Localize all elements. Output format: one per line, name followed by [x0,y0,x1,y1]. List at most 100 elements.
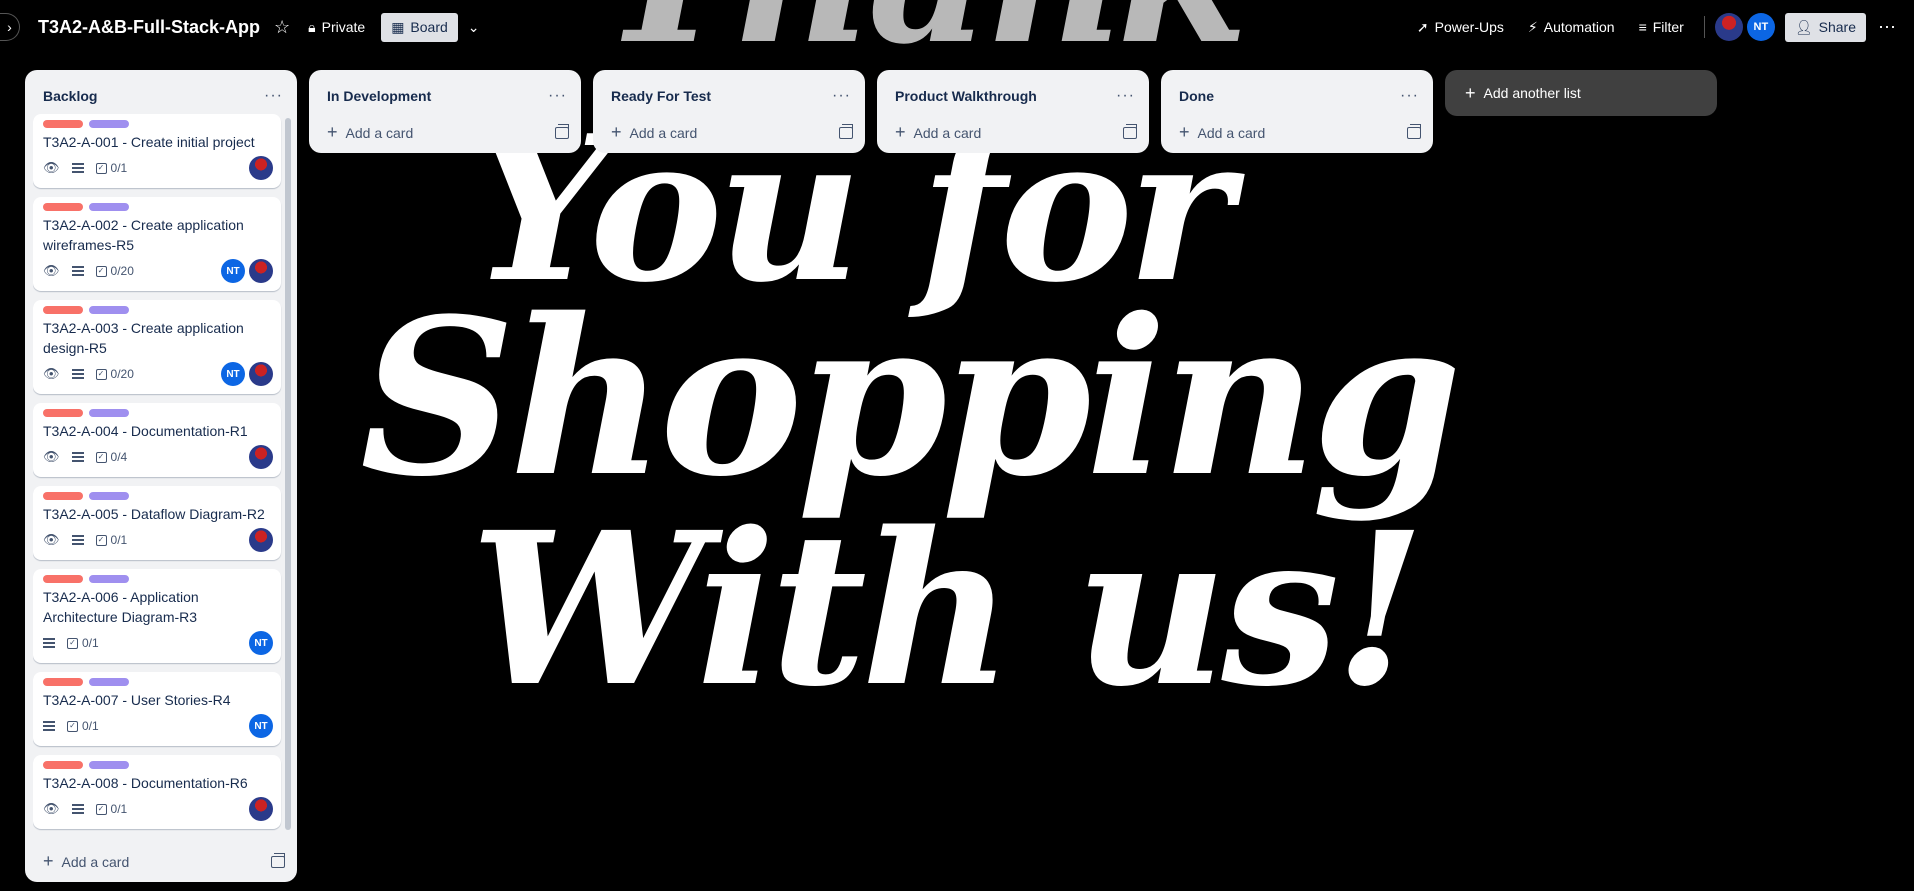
card[interactable]: T3A2-A-005 - Dataflow Diagram-R2 👁︎ ✓ 0/1 [33,486,281,560]
star-icon[interactable]: ☆ [274,17,290,38]
add-card-button[interactable]: + Add a card [1179,122,1265,143]
automation-button[interactable]: ⚡︎ Automation [1518,13,1625,42]
label-purple[interactable] [89,306,129,314]
add-another-list-button[interactable]: + Add another list [1445,70,1717,116]
list-title[interactable]: Backlog [43,88,97,104]
avatar[interactable]: NT [1746,13,1775,41]
label-purple[interactable] [89,575,129,583]
checklist-badge: ✓ 0/1 [95,802,128,816]
label-red[interactable] [43,492,83,500]
label-red[interactable] [43,120,83,128]
add-card-button[interactable]: + Add a card [327,122,413,143]
label-red[interactable] [43,575,83,583]
list-menu-icon[interactable]: ··· [1116,87,1135,105]
list-header: Product Walkthrough ··· [877,70,1149,114]
card-badges: 👁︎ ✓ 0/20 NT [43,362,273,386]
label-red[interactable] [43,678,83,686]
powerups-button[interactable]: ➚ Power-Ups [1407,13,1514,42]
card[interactable]: T3A2-A-002 - Create application wirefram… [33,197,281,291]
card-labels [43,761,273,769]
list-title[interactable]: In Development [327,88,431,104]
add-card-label: Add a card [345,124,414,141]
checkbox-icon: ✓ [95,803,107,815]
label-red[interactable] [43,761,83,769]
scrollbar[interactable] [285,118,291,830]
avatar[interactable]: NT [221,362,245,386]
filter-button[interactable]: ≡ Filter [1629,13,1694,41]
board-canvas: Backlog ··· T3A2-A-001 - Create initial … [25,70,1717,882]
label-purple[interactable] [89,761,129,769]
eye-icon: 👁︎ [43,532,60,547]
add-card-button[interactable]: + Add a card [43,851,129,872]
card-members [249,445,273,469]
add-card-button[interactable]: + Add a card [895,122,981,143]
avatar[interactable] [249,528,273,552]
add-card-button[interactable]: + Add a card [611,122,697,143]
label-purple[interactable] [89,203,129,211]
template-icon[interactable] [1123,123,1137,139]
board-title[interactable]: T3A2-A&B-Full-Stack-App [38,17,260,38]
board-view-button[interactable]: ▦ Board [381,12,458,42]
card[interactable]: T3A2-A-003 - Create application design-R… [33,300,281,394]
list-backlog[interactable]: Backlog ··· T3A2-A-001 - Create initial … [25,70,297,882]
person-add-icon: 👤︎ [1794,18,1813,35]
list-menu-icon[interactable]: ··· [548,87,567,105]
checkbox-icon: ✓ [95,451,107,463]
avatar[interactable] [249,259,273,283]
list-in-development[interactable]: In Development ··· + Add a card [309,70,581,153]
label-red[interactable] [43,203,83,211]
card[interactable]: T3A2-A-007 - User Stories-R4 ✓ 0/1 NT [33,672,281,746]
sidebar-toggle-button[interactable]: › [0,13,20,41]
avatar[interactable] [249,362,273,386]
label-red[interactable] [43,409,83,417]
template-icon[interactable] [1407,123,1421,139]
card-members [249,528,273,552]
label-red[interactable] [43,306,83,314]
label-purple[interactable] [89,120,129,128]
more-menu-icon[interactable]: ⋯ [1870,17,1904,38]
list-title[interactable]: Done [1179,88,1214,104]
avatar[interactable]: NT [249,631,273,655]
list-menu-icon[interactable]: ··· [1400,87,1419,105]
description-icon [43,721,55,731]
list-menu-icon[interactable]: ··· [264,87,283,105]
card[interactable]: T3A2-A-001 - Create initial project 👁︎ ✓ 0/… [33,114,281,188]
card-labels [43,678,273,686]
card-labels [43,306,273,314]
list-done[interactable]: Done ··· + Add a card [1161,70,1433,153]
card[interactable]: T3A2-A-006 - Application Architecture Di… [33,569,281,663]
template-icon[interactable] [839,123,853,139]
template-icon[interactable] [271,852,285,868]
board-view-label: Board [410,19,448,35]
share-button[interactable]: 👤︎ Share [1784,12,1866,42]
avatar[interactable] [249,445,273,469]
avatar[interactable] [249,156,273,180]
chevron-down-icon[interactable]: ⌄ [458,13,490,42]
board-icon: ▦ [391,18,405,35]
template-icon[interactable] [555,123,569,139]
card[interactable]: T3A2-A-008 - Documentation-R6 👁︎ ✓ 0/1 [33,755,281,829]
list-product-walkthrough[interactable]: Product Walkthrough ··· + Add a card [877,70,1149,153]
eye-icon: 👁︎ [43,263,60,278]
list-ready-for-test[interactable]: Ready For Test ··· + Add a card [593,70,865,153]
label-purple[interactable] [89,409,129,417]
label-purple[interactable] [89,678,129,686]
card[interactable]: T3A2-A-004 - Documentation-R1 👁︎ ✓ 0/4 [33,403,281,477]
checkbox-icon: ✓ [95,265,107,277]
checklist-count: 0/1 [110,802,128,816]
label-purple[interactable] [89,492,129,500]
avatar[interactable] [249,797,273,821]
list-menu-icon[interactable]: ··· [832,87,851,105]
visibility-button[interactable]: 🔒︎ Private [298,13,375,42]
avatar[interactable]: NT [221,259,245,283]
list-title[interactable]: Ready For Test [611,88,711,104]
card-badges: 👁︎ ✓ 0/4 [43,445,273,469]
avatar[interactable] [1714,13,1743,41]
card-title: T3A2-A-007 - User Stories-R4 [43,692,231,708]
card-title: T3A2-A-005 - Dataflow Diagram-R2 [43,506,265,522]
card-members: NT [249,631,273,655]
plus-icon: + [43,851,54,871]
powerups-label: Power-Ups [1434,19,1504,35]
avatar[interactable]: NT [249,714,273,738]
list-title[interactable]: Product Walkthrough [895,88,1037,104]
